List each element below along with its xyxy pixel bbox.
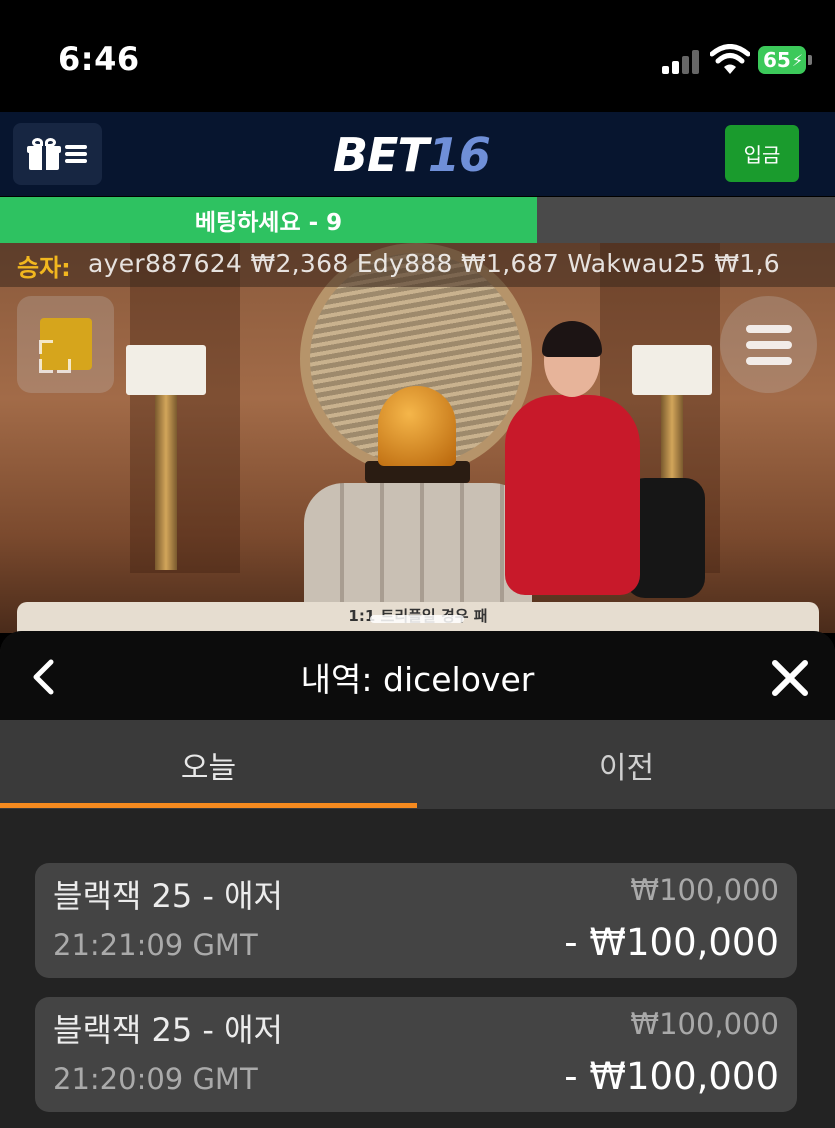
battery-icon: 65 ⚡: [758, 46, 806, 74]
history-game-name: 블랙잭 25 - 애저: [53, 877, 283, 915]
wall-panel: [130, 243, 240, 573]
history-result-amount: - ₩100,000: [564, 1055, 779, 1098]
tab-previous[interactable]: 이전: [418, 720, 835, 809]
betting-timer-label: 베팅하세요 - 9: [194, 210, 343, 236]
fullscreen-icon: [39, 340, 53, 354]
brand-logo[interactable]: BET16: [333, 128, 491, 182]
hamburger-menu-icon: [745, 356, 792, 365]
lamp: [126, 345, 206, 395]
sheet-title: 내역: dicelover: [300, 660, 535, 699]
sheet-drag-handle[interactable]: [370, 615, 464, 623]
hamburger-menu-icon: [745, 324, 792, 333]
hamburger-menu-icon: [745, 340, 792, 349]
app-header: BET16 입금: [0, 112, 835, 196]
betting-timer-bar: 베팅하세요 - 9: [0, 197, 835, 243]
history-item[interactable]: 블랙잭 25 - 애저 21:20:09 GMT ₩100,000 - ₩100…: [35, 997, 797, 1112]
menu-icon: [64, 145, 87, 163]
gift-icon: [26, 138, 61, 170]
winners-ticker: 승자: ayer887624 ₩2,368 Edy888 ₩1,687 Wakw…: [0, 243, 835, 287]
history-bet-amount: ₩100,000: [630, 873, 779, 907]
status-time: 6:46: [58, 40, 140, 78]
fullscreen-button[interactable]: [17, 296, 114, 393]
ticker-label: 승자:: [17, 254, 71, 282]
tab-today[interactable]: 오늘: [0, 720, 417, 809]
ticker-text: ayer887624 ₩2,368 Edy888 ₩1,687 Wakwau25…: [88, 249, 781, 278]
game-menu-button[interactable]: [720, 296, 817, 393]
history-sheet: 내역: dicelover 오늘 이전 블랙잭 25 - 애저 21:21:09…: [0, 631, 835, 1128]
dealer-hair: [542, 321, 602, 357]
lamp-stand: [155, 395, 177, 570]
sheet-header: 내역: dicelover: [0, 631, 835, 720]
live-video-stream: 승자: ayer887624 ₩2,368 Edy888 ₩1,687 Wakw…: [0, 243, 835, 633]
wifi-icon: [710, 44, 750, 74]
active-tab-indicator: [0, 803, 417, 808]
history-bet-amount: ₩100,000: [630, 1007, 779, 1041]
battery-level: 65: [763, 48, 791, 72]
lamp: [632, 345, 712, 395]
fullscreen-icon: [39, 359, 53, 373]
history-time: 21:20:09 GMT: [53, 1062, 258, 1096]
status-bar: 6:46 65 ⚡: [0, 0, 835, 112]
logo-text-number: 16: [427, 128, 491, 182]
dealer: [505, 395, 640, 595]
history-time: 21:21:09 GMT: [53, 928, 258, 962]
promo-menu-button[interactable]: [13, 123, 102, 185]
history-result-amount: - ₩100,000: [564, 921, 779, 964]
history-item[interactable]: 블랙잭 25 - 애저 21:21:09 GMT ₩100,000 - ₩100…: [35, 863, 797, 978]
logo-text-bet: BET: [333, 128, 429, 182]
deposit-button[interactable]: 입금: [725, 125, 799, 182]
close-icon[interactable]: [771, 659, 809, 697]
battery-tip: [808, 55, 812, 65]
history-tabs: 오늘 이전: [0, 720, 835, 809]
fullscreen-icon: [57, 359, 71, 373]
signal-icon: [662, 50, 702, 74]
dice-shaker: [378, 386, 456, 466]
history-game-name: 블랙잭 25 - 애저: [53, 1011, 283, 1049]
